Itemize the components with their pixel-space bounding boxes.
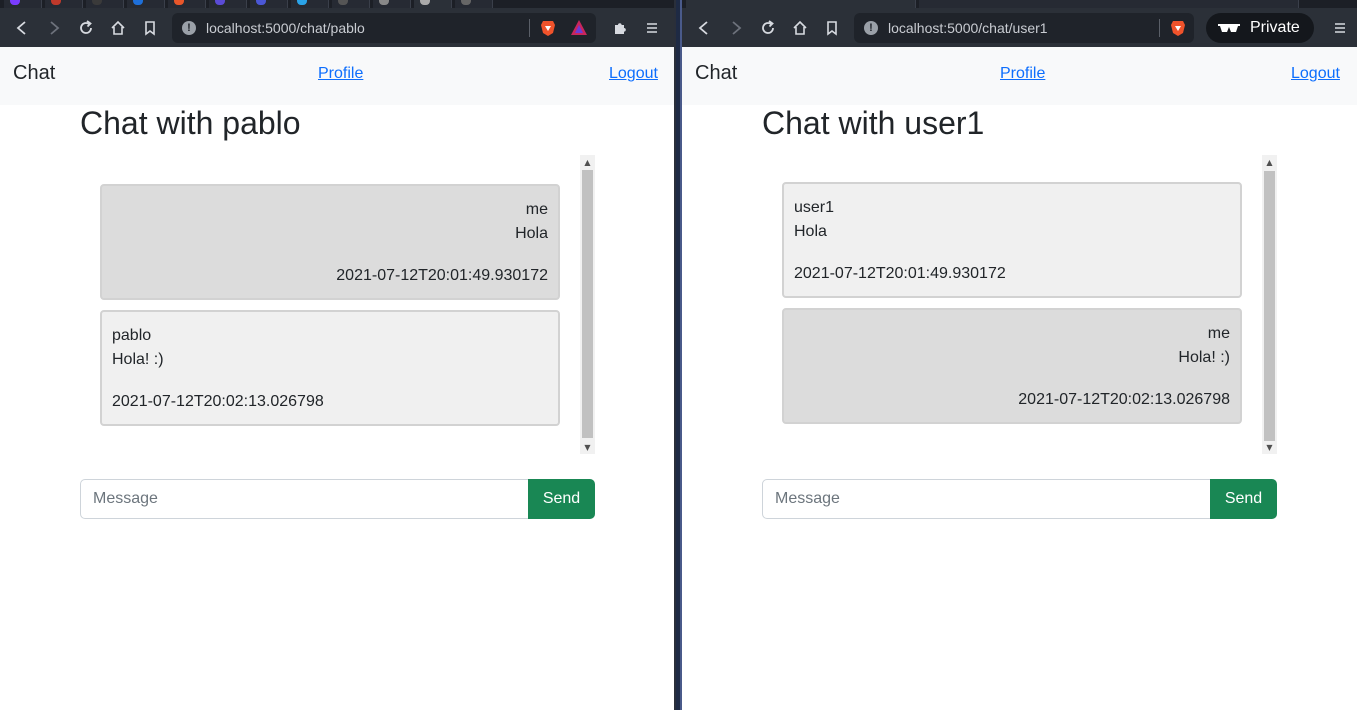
bookmark-icon[interactable] bbox=[816, 12, 848, 44]
browser-toolbar: ! localhost:5000/chat/user1 Private bbox=[682, 8, 1357, 47]
message-timestamp: 2021-07-12T20:01:49.930172 bbox=[794, 265, 1006, 282]
chat-messages-panel[interactable]: me Hola 2021-07-12T20:01:49.930172 pablo… bbox=[80, 155, 595, 454]
message-sender: pablo bbox=[112, 327, 152, 344]
browser-tab[interactable] bbox=[127, 0, 165, 8]
navbar: Chat Profile Logout bbox=[682, 47, 1357, 105]
message-bubble-other: pablo Hola! :) 2021-07-12T20:02:13.02679… bbox=[100, 310, 560, 426]
scrollbar-thumb[interactable] bbox=[582, 170, 593, 438]
scroll-up-icon[interactable]: ▲ bbox=[1262, 155, 1277, 169]
navbar-brand[interactable]: Chat bbox=[13, 62, 55, 85]
home-icon[interactable] bbox=[784, 12, 816, 44]
menu-icon[interactable] bbox=[636, 12, 668, 44]
profile-link[interactable]: Profile bbox=[318, 65, 363, 83]
message-text: Hola bbox=[794, 223, 827, 240]
divider bbox=[529, 18, 530, 37]
send-button[interactable]: Send bbox=[1210, 479, 1277, 519]
message-bubble-other: user1 Hola 2021-07-12T20:01:49.930172 bbox=[782, 182, 1242, 298]
tab-strip bbox=[0, 0, 674, 8]
message-composer: Send bbox=[762, 479, 1277, 519]
message-input[interactable] bbox=[762, 479, 1214, 519]
browser-window-left: ! localhost:5000/chat/pablo Chat Profile… bbox=[0, 0, 676, 710]
extensions-icon[interactable] bbox=[604, 12, 636, 44]
address-bar[interactable]: ! localhost:5000/chat/pablo bbox=[172, 12, 596, 43]
scroll-up-icon[interactable]: ▲ bbox=[580, 155, 595, 169]
message-timestamp: 2021-07-12T20:02:13.026798 bbox=[112, 393, 324, 410]
message-composer: Send bbox=[80, 479, 595, 519]
brave-shields-icon[interactable] bbox=[1170, 19, 1186, 37]
back-icon[interactable] bbox=[688, 12, 720, 44]
menu-icon[interactable] bbox=[1324, 12, 1356, 44]
browser-tab[interactable] bbox=[919, 0, 1299, 8]
private-window-badge: Private bbox=[1206, 12, 1314, 43]
message-timestamp: 2021-07-12T20:01:49.930172 bbox=[336, 267, 548, 284]
logout-link[interactable]: Logout bbox=[609, 65, 658, 83]
message-bubble-mine: me Hola 2021-07-12T20:01:49.930172 bbox=[100, 184, 560, 300]
back-icon[interactable] bbox=[6, 12, 38, 44]
brave-rewards-icon[interactable] bbox=[570, 19, 588, 37]
forward-icon[interactable] bbox=[38, 12, 70, 44]
message-timestamp: 2021-07-12T20:02:13.026798 bbox=[1018, 391, 1230, 408]
scroll-down-icon[interactable]: ▼ bbox=[1262, 440, 1277, 454]
url-text: localhost:5000/chat/user1 bbox=[888, 19, 1048, 36]
divider bbox=[1159, 18, 1160, 37]
send-button[interactable]: Send bbox=[528, 479, 595, 519]
bookmark-icon[interactable] bbox=[134, 12, 166, 44]
browser-window-right: ! localhost:5000/chat/user1 Private Chat… bbox=[680, 0, 1357, 710]
message-sender: user1 bbox=[794, 199, 835, 216]
chat-messages-panel[interactable]: user1 Hola 2021-07-12T20:01:49.930172 me… bbox=[762, 155, 1277, 454]
browser-tab[interactable] bbox=[332, 0, 370, 8]
private-label: Private bbox=[1250, 18, 1300, 36]
page-title: Chat with user1 bbox=[762, 105, 985, 141]
reload-icon[interactable] bbox=[70, 12, 102, 44]
browser-tab[interactable] bbox=[455, 0, 493, 8]
scroll-down-icon[interactable]: ▼ bbox=[580, 440, 595, 454]
site-info-icon[interactable]: ! bbox=[182, 20, 196, 35]
browser-tab[interactable] bbox=[45, 0, 83, 8]
browser-tab-active[interactable] bbox=[686, 0, 916, 8]
scrollbar[interactable]: ▲ ▼ bbox=[580, 155, 595, 454]
navbar: Chat Profile Logout bbox=[0, 47, 674, 105]
home-icon[interactable] bbox=[102, 12, 134, 44]
navbar-brand[interactable]: Chat bbox=[695, 62, 737, 85]
browser-tab[interactable] bbox=[209, 0, 247, 8]
site-info-icon[interactable]: ! bbox=[864, 20, 878, 35]
browser-toolbar: ! localhost:5000/chat/pablo bbox=[0, 8, 674, 47]
browser-tab[interactable] bbox=[291, 0, 329, 8]
message-text: Hola! :) bbox=[112, 351, 164, 368]
scrollbar[interactable]: ▲ ▼ bbox=[1262, 155, 1277, 454]
browser-tab[interactable] bbox=[373, 0, 411, 8]
message-sender: me bbox=[1207, 325, 1230, 342]
brave-shields-icon[interactable] bbox=[540, 19, 556, 37]
browser-tab[interactable] bbox=[168, 0, 206, 8]
page-title: Chat with pablo bbox=[80, 105, 301, 141]
message-text: Hola! :) bbox=[1178, 349, 1230, 366]
tab-strip bbox=[682, 0, 1357, 8]
browser-tab[interactable] bbox=[86, 0, 124, 8]
scrollbar-thumb[interactable] bbox=[1264, 171, 1275, 441]
profile-link[interactable]: Profile bbox=[1000, 65, 1045, 83]
forward-icon[interactable] bbox=[720, 12, 752, 44]
logout-link[interactable]: Logout bbox=[1291, 65, 1340, 83]
reload-icon[interactable] bbox=[752, 12, 784, 44]
message-text: Hola bbox=[515, 225, 548, 242]
browser-tab-active[interactable] bbox=[414, 0, 452, 8]
message-sender: me bbox=[525, 201, 548, 218]
message-bubble-mine: me Hola! :) 2021-07-12T20:02:13.026798 bbox=[782, 308, 1242, 424]
url-text: localhost:5000/chat/pablo bbox=[206, 19, 365, 36]
address-bar[interactable]: ! localhost:5000/chat/user1 bbox=[854, 12, 1194, 43]
message-input[interactable] bbox=[80, 479, 532, 519]
browser-tab[interactable] bbox=[4, 0, 42, 8]
browser-tab[interactable] bbox=[250, 0, 288, 8]
private-glasses-icon bbox=[1218, 23, 1240, 32]
